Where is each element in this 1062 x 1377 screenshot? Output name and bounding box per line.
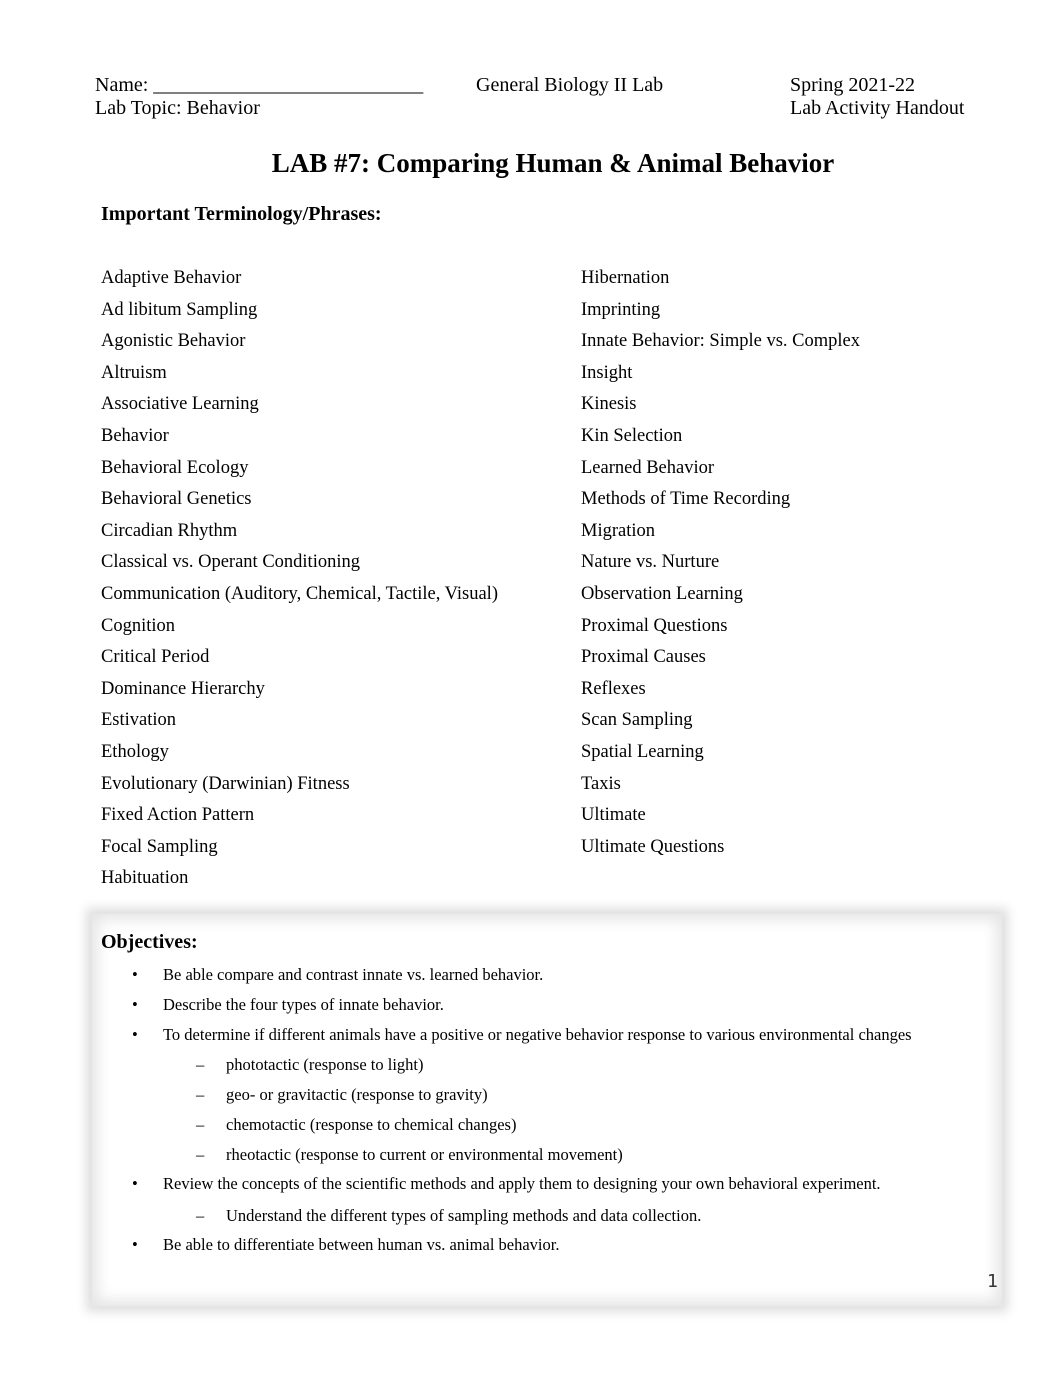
- term-item: Circadian Rhythm: [101, 520, 238, 541]
- course-name: General Biology II Lab: [476, 74, 664, 96]
- objective-subitem: – phototactic (response to light): [130, 1054, 1010, 1076]
- objective-text: Understand the different types of sampli…: [226, 1206, 702, 1225]
- term-item: Ad libitum Sampling: [101, 299, 258, 320]
- objective-subitem: – chemotactic (response to chemical chang…: [130, 1114, 1010, 1136]
- term-item: Focal Sampling: [101, 836, 218, 857]
- term-item: Cognition: [101, 615, 176, 636]
- objective-text: Review the concepts of the scientific me…: [163, 1174, 881, 1193]
- objectives-heading: Objectives:: [101, 931, 198, 953]
- term-item: Communication (Auditory, Chemical, Tacti…: [101, 583, 498, 604]
- term-item: Behavioral Ecology: [101, 457, 249, 478]
- objective-item: • To determine if different animals have …: [130, 1024, 1010, 1046]
- term-item: Associative Learning: [101, 394, 259, 415]
- term-item: Innate Behavior: Simple vs. Complex: [581, 331, 860, 352]
- objective-subitem: – geo- or gravitactic (response to gravit…: [130, 1084, 1010, 1106]
- term-item: Proximal Questions: [581, 615, 728, 636]
- dash-icon: –: [196, 1055, 205, 1074]
- document-type: Lab Activity Handout: [790, 97, 965, 119]
- term-item: Migration: [581, 520, 655, 541]
- term-item: Habituation: [101, 868, 189, 889]
- name-field-label[interactable]: Name: ___________________________: [95, 74, 423, 97]
- term-item: Altruism: [101, 362, 167, 383]
- term-item: Nature vs. Nurture: [581, 552, 720, 573]
- bullet-icon: •: [132, 1025, 138, 1044]
- objective-subitem: – Understand the different types of sampl…: [130, 1205, 1010, 1227]
- page-number: 1: [987, 1271, 998, 1292]
- term-item: Behavior: [101, 425, 169, 446]
- objective-subitem: – rheotactic (response to current or envi…: [130, 1144, 1010, 1166]
- bullet-icon: •: [132, 1174, 138, 1193]
- term-item: Adaptive Behavior: [101, 268, 242, 288]
- dash-icon: –: [196, 1085, 205, 1104]
- page-title: LAB #7: Comparing Human & Animal Behavio…: [271, 148, 835, 178]
- objective-item: • Review the concepts of the scientific m…: [130, 1173, 1010, 1195]
- objective-text: To determine if different animals have a…: [163, 1025, 912, 1044]
- term-item: Observation Learning: [581, 583, 743, 604]
- term-item: Behavioral Genetics: [101, 489, 252, 510]
- terminology-right-column: Hibernation Imprinting Innate Behavior: Si…: [581, 266, 860, 866]
- objective-item: • Be able to differentiate between human …: [130, 1234, 1010, 1256]
- lab-topic: Lab Topic: Behavior: [95, 97, 260, 119]
- dash-icon: –: [196, 1145, 205, 1164]
- objective-text: Be able to differentiate between human v…: [163, 1235, 560, 1254]
- term-item: Reflexes: [581, 678, 646, 699]
- terminology-heading: Important Terminology/Phrases:: [101, 203, 382, 225]
- term-item: Evolutionary (Darwinian) Fitness: [101, 773, 350, 794]
- terminology-left-column: Adaptive Behavior Ad libitum Sampling Agon…: [101, 266, 498, 898]
- objective-text: Be able compare and contrast innate vs. …: [163, 965, 544, 984]
- term-item: Agonistic Behavior: [101, 331, 246, 352]
- dash-icon: –: [196, 1206, 205, 1225]
- term-item: Kinesis: [581, 394, 637, 415]
- term-item: Ultimate: [581, 805, 646, 826]
- bullet-icon: •: [132, 995, 138, 1014]
- objective-item: • Be able compare and contrast innate vs.…: [130, 964, 1010, 986]
- term-item: Learned Behavior: [581, 457, 715, 478]
- term-item: Estivation: [101, 710, 177, 731]
- term-item: Fixed Action Pattern: [101, 805, 255, 826]
- term-item: Dominance Hierarchy: [101, 678, 265, 699]
- dash-icon: –: [196, 1115, 205, 1134]
- objective-text: Describe the four types of innate behavi…: [163, 995, 444, 1014]
- term-item: Insight: [581, 362, 633, 383]
- bullet-icon: •: [132, 1235, 138, 1254]
- term-item: Taxis: [581, 773, 621, 794]
- term-item: Spatial Learning: [581, 741, 704, 762]
- term-item: Imprinting: [581, 299, 661, 320]
- term-item: Scan Sampling: [581, 710, 693, 731]
- term-item: Critical Period: [101, 647, 210, 668]
- objective-text: geo- or gravitactic (response to gravity…: [226, 1085, 488, 1104]
- objective-item: • Describe the four types of innate behav…: [130, 994, 1010, 1016]
- term-item: Ultimate Questions: [581, 836, 725, 857]
- bullet-icon: •: [132, 965, 138, 984]
- term-item: Ethology: [101, 741, 169, 762]
- objective-text: rheotactic (response to current or envir…: [226, 1145, 623, 1164]
- term-item: Kin Selection: [581, 425, 683, 446]
- objectives-list: • Be able compare and contrast innate vs.…: [130, 964, 1010, 1256]
- objective-text: chemotactic (response to chemical change…: [226, 1115, 517, 1134]
- semester: Spring 2021-22: [790, 74, 915, 96]
- term-item: Classical vs. Operant Conditioning: [101, 552, 360, 573]
- term-item: Methods of Time Recording: [581, 489, 791, 510]
- term-item: Hibernation: [581, 268, 670, 288]
- term-item: Proximal Causes: [581, 647, 706, 668]
- objective-text: phototactic (response to light): [226, 1055, 424, 1074]
